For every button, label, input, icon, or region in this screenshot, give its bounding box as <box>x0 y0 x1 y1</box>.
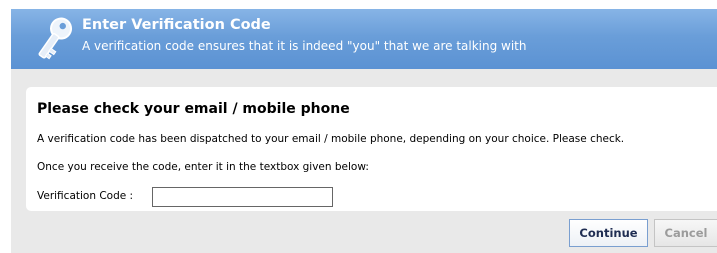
verification-code-input[interactable] <box>152 187 333 207</box>
dispatch-message: A verification code has been dispatched … <box>37 133 625 145</box>
content-panel: Please check your email / mobile phone A… <box>26 87 717 211</box>
dialog-title: Enter Verification Code <box>82 17 271 33</box>
panel-heading: Please check your email / mobile phone <box>37 101 350 117</box>
cancel-button[interactable]: Cancel <box>654 219 717 247</box>
continue-button[interactable]: Continue <box>569 219 648 247</box>
dialog-header: Enter Verification Code A verification c… <box>11 9 717 69</box>
verification-dialog: Enter Verification Code A verification c… <box>11 9 717 253</box>
key-icon <box>30 14 76 66</box>
dialog-subtitle: A verification code ensures that it is i… <box>82 39 527 53</box>
verification-code-label: Verification Code : <box>37 190 134 202</box>
instruction-message: Once you receive the code, enter it in t… <box>37 161 369 173</box>
